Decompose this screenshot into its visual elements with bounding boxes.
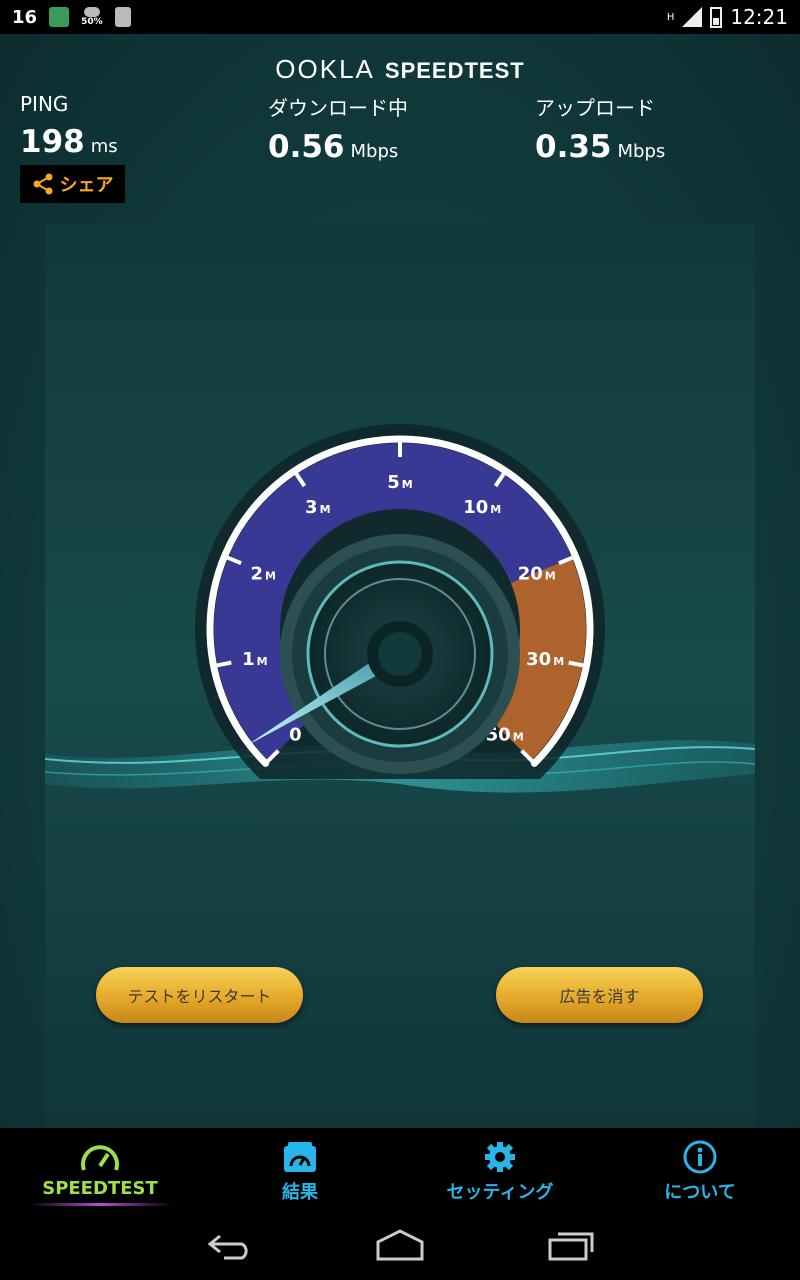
nav-speedtest-label: SPEEDTEST — [42, 1178, 158, 1199]
gauge-tick-label: 0 — [289, 725, 302, 746]
active-tab-indicator — [28, 1203, 173, 1206]
app-logo: OOKLA SPEEDTEST — [275, 54, 525, 84]
share-label: シェア — [59, 175, 114, 196]
recent-apps-icon[interactable] — [546, 1228, 596, 1262]
clock: 12:21 — [730, 5, 788, 29]
speedometer-icon — [81, 1145, 119, 1171]
upload-unit: Mbps — [617, 141, 666, 162]
nav-settings[interactable]: セッティング — [400, 1128, 600, 1216]
upload-value: 0.35 — [535, 129, 612, 165]
share-icon — [33, 173, 52, 195]
upload-sparkline — [536, 187, 652, 209]
info-icon — [683, 1140, 717, 1174]
nav-results[interactable]: 結果 — [200, 1128, 400, 1216]
weather-icon: 50% — [81, 7, 103, 27]
speed-gauge: 01 M2 M3 M5 M10 M20 M30 M50 M — [195, 424, 605, 779]
download-label: ダウンロード中 — [268, 96, 408, 120]
results-icon — [284, 1142, 316, 1172]
download-value: 0.56 — [268, 129, 345, 165]
gear-icon — [485, 1142, 515, 1172]
nav-settings-label: セッティング — [446, 1182, 554, 1203]
nav-about[interactable]: について — [600, 1128, 800, 1216]
signal-icon — [682, 7, 703, 27]
remove-ads-button[interactable]: 広告を消す — [496, 967, 703, 1023]
nav-results-label: 結果 — [282, 1182, 318, 1203]
nav-speedtest[interactable]: SPEEDTEST — [0, 1128, 200, 1216]
ping-metric: PING 198 ms — [20, 92, 118, 160]
download-unit: Mbps — [350, 141, 399, 162]
download-metric: ダウンロード中 0.56 Mbps — [268, 92, 408, 213]
ping-unit: ms — [90, 136, 118, 157]
network-type: H — [666, 11, 675, 23]
ping-label: PING — [20, 92, 69, 116]
restart-test-label: テストをリスタート — [127, 987, 272, 1006]
remove-ads-label: 広告を消す — [559, 987, 640, 1006]
restart-test-button[interactable]: テストをリスタート — [96, 967, 303, 1023]
home-icon[interactable] — [374, 1228, 426, 1262]
download-sparkline — [269, 183, 385, 209]
nav-about-label: について — [664, 1182, 736, 1203]
bottom-navigation: SPEEDTEST 結果 セッティング について — [0, 1128, 800, 1216]
back-icon[interactable] — [206, 1230, 254, 1260]
clipboard-icon — [114, 7, 131, 27]
speedtest-screen: OOKLA SPEEDTEST PING 198 ms シェア ダウンロード中 0.… — [0, 34, 800, 1128]
battery-icon — [710, 7, 723, 28]
notification-count: 16 — [12, 6, 38, 28]
ping-value: 198 — [20, 124, 85, 160]
share-button[interactable]: シェア — [20, 165, 125, 203]
upload-label: アップロード — [535, 96, 655, 120]
upload-metric: アップロード 0.35 Mbps — [535, 92, 665, 213]
status-bar: 16 50% H 12:21 — [0, 0, 800, 34]
system-navigation-bar — [0, 1216, 800, 1280]
shield-icon — [49, 7, 70, 27]
